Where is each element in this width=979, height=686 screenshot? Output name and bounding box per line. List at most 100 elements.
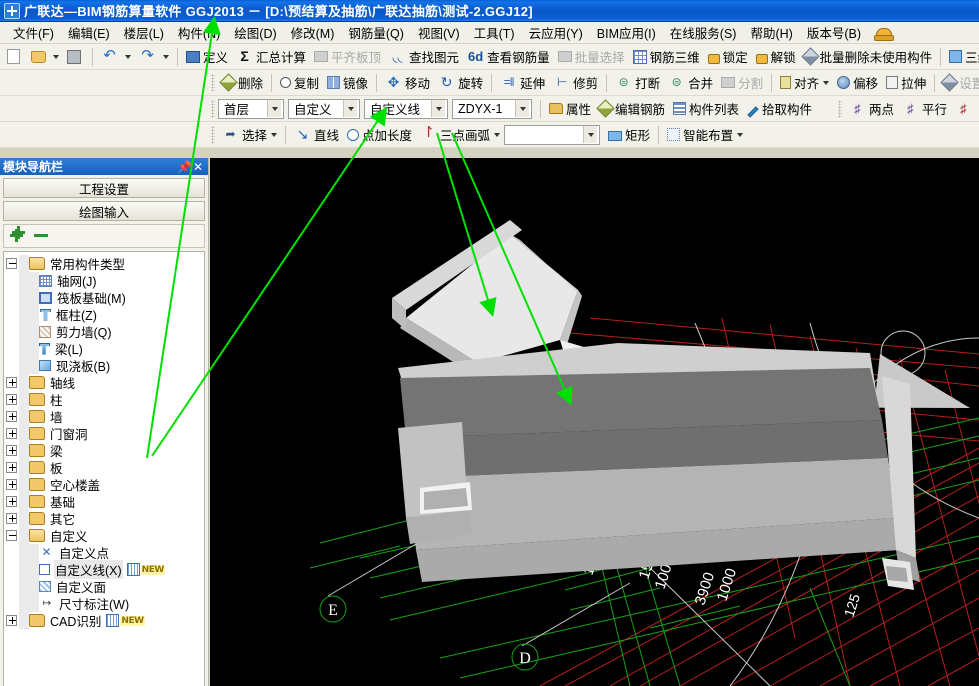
expand-icon[interactable] [6, 615, 17, 626]
tree-item-尺寸标注W[interactable]: ↦尺寸标注(W) [4, 595, 204, 612]
menu-tools[interactable]: 工具(T) [467, 21, 522, 44]
tree-item-自定义[interactable]: 自定义 [4, 527, 204, 544]
point-length-tool-button[interactable]: 点加长度 [343, 124, 416, 146]
component-name-select[interactable]: ZDYX-1 [452, 99, 532, 119]
menu-version[interactable]: 版本号(B) [800, 21, 868, 44]
tree-item-常用构件类型[interactable]: 常用构件类型 [4, 255, 204, 272]
tree-item-自定义线X[interactable]: 自定义线(X)NEW [4, 561, 204, 578]
save-button[interactable] [63, 46, 88, 68]
tree-item-空心楼盖[interactable]: 空心楼盖 [4, 476, 204, 493]
expand-icon[interactable] [6, 479, 17, 490]
tree-item-梁[interactable]: 梁 [4, 442, 204, 459]
expand-icon[interactable] [6, 445, 17, 456]
toolbar-grip[interactable] [211, 100, 215, 118]
tree-item-其它[interactable]: 其它 [4, 510, 204, 527]
component-type-select[interactable]: 自定义 [288, 99, 360, 119]
chevron-down-icon[interactable] [583, 126, 597, 143]
tree-item-自定义点[interactable]: ✕自定义点 [4, 544, 204, 561]
collapse-all-icon[interactable] [34, 229, 50, 243]
tree-item-轴网J[interactable]: 轴网(J) [4, 272, 204, 289]
edit-rebar-button[interactable]: 编辑钢筋 [595, 98, 669, 120]
toolbar-grip[interactable] [211, 74, 215, 92]
batch-select-button[interactable]: 批量选择 [554, 46, 629, 68]
toolbar-grip[interactable] [838, 100, 842, 118]
parallel-button[interactable]: ♯平行 [898, 98, 951, 120]
tree-item-基础[interactable]: 基础 [4, 493, 204, 510]
expand-icon[interactable] [6, 377, 17, 388]
rectangle-tool-button[interactable]: 矩形 [604, 124, 654, 146]
pin-icon[interactable]: 📌 [177, 160, 191, 174]
menu-rebar-quantity[interactable]: 钢筋量(Q) [341, 21, 411, 44]
sidebar-band-drawing-input[interactable]: 绘图输入 [3, 201, 205, 221]
trim-button[interactable]: ⊢修剪 [549, 72, 602, 94]
floor-select[interactable]: 首层 [218, 99, 284, 119]
tree-item-轴线[interactable]: 轴线 [4, 374, 204, 391]
two-point-button[interactable]: ♯两点 [845, 98, 898, 120]
expand-icon[interactable] [6, 513, 17, 524]
chevron-down-icon[interactable] [343, 100, 357, 117]
delete-button[interactable]: 删除 [218, 72, 267, 94]
line-tool-button[interactable]: ↘直线 [290, 124, 343, 146]
menu-file[interactable]: 文件(F) [6, 21, 61, 44]
tree-item-CAD识别[interactable]: CAD识别NEW [4, 612, 204, 629]
tree-item-现浇板B[interactable]: 现浇板(B) [4, 357, 204, 374]
collapse-icon[interactable] [6, 258, 17, 269]
tree-item-框柱Z[interactable]: 框柱(Z) [4, 306, 204, 323]
arc-mode-select[interactable] [504, 125, 600, 145]
three-point-arc-button[interactable]: ↾三点画弧 [416, 124, 504, 146]
menu-modify[interactable]: 修改(M) [284, 21, 342, 44]
model-viewport[interactable]: E D 3000 125 1500 1000 3900 1000 125 [210, 158, 979, 686]
menu-help[interactable]: 帮助(H) [743, 21, 799, 44]
menu-cloud[interactable]: 云应用(Y) [522, 21, 590, 44]
rebar-3d-button[interactable]: 钢筋三维 [629, 46, 704, 68]
component-subtype-select[interactable]: 自定义线 [364, 99, 448, 119]
align-button[interactable]: 对齐 [776, 72, 833, 94]
chevron-down-icon[interactable] [267, 100, 281, 117]
menu-component[interactable]: 构件(N) [171, 21, 227, 44]
close-icon[interactable]: ✕ [191, 160, 205, 174]
stretch-button[interactable]: 拉伸 [882, 72, 930, 94]
set-grip-button[interactable]: 设置夹 [939, 72, 979, 94]
flush-slab-top-button[interactable]: 平齐板顶 [310, 46, 385, 68]
tree-item-板[interactable]: 板 [4, 459, 204, 476]
intersect-button[interactable]: ♯ [951, 98, 979, 120]
split-button[interactable]: 分割 [717, 72, 767, 94]
expand-icon[interactable] [6, 496, 17, 507]
select-tool-button[interactable]: ➦选择 [218, 124, 281, 146]
find-element-button[interactable]: ◟◟查找图元 [385, 46, 463, 68]
tree-item-门窗洞[interactable]: 门窗洞 [4, 425, 204, 442]
lock-button[interactable]: 锁定 [704, 46, 752, 68]
copy-button[interactable]: 复制 [276, 72, 323, 94]
extend-button[interactable]: =‖延伸 [496, 72, 549, 94]
batch-delete-unused-button[interactable]: 批量删除未使用构件 [800, 46, 937, 68]
new-file-button[interactable] [3, 46, 27, 68]
open-file-button[interactable] [27, 46, 63, 68]
rotate-button[interactable]: ↻旋转 [434, 72, 487, 94]
expand-icon[interactable] [6, 462, 17, 473]
properties-button[interactable]: 属性 [545, 98, 595, 120]
menu-floor[interactable]: 楼层(L) [117, 21, 171, 44]
collapse-icon[interactable] [6, 530, 17, 541]
menu-edit[interactable]: 编辑(E) [61, 21, 117, 44]
menu-bim[interactable]: BIM应用(I) [590, 21, 663, 44]
smart-layout-button[interactable]: 智能布置 [663, 124, 747, 146]
summary-calc-button[interactable]: Σ汇总计算 [232, 46, 310, 68]
expand-icon[interactable] [6, 428, 17, 439]
menu-draw[interactable]: 绘图(D) [227, 21, 283, 44]
unlock-button[interactable]: 解锁 [752, 46, 800, 68]
component-list-button[interactable]: 构件列表 [669, 98, 743, 120]
tree-item-筏板基础M[interactable]: 筏板基础(M) [4, 289, 204, 306]
expand-icon[interactable] [6, 394, 17, 405]
chevron-down-icon[interactable] [431, 100, 445, 117]
undo-button[interactable]: ↶ [97, 46, 135, 68]
helmet-icon[interactable] [874, 25, 892, 41]
chevron-down-icon[interactable] [515, 100, 529, 117]
break-button[interactable]: ⊜打断 [611, 72, 664, 94]
sidebar-band-project-settings[interactable]: 工程设置 [3, 178, 205, 198]
component-tree[interactable]: 常用构件类型轴网(J)筏板基础(M)框柱(Z)剪力墙(Q)梁(L)现浇板(B)轴… [3, 251, 205, 686]
merge-button[interactable]: ⊜合并 [664, 72, 717, 94]
redo-button[interactable]: ↷ [135, 46, 173, 68]
tree-item-梁L[interactable]: 梁(L) [4, 340, 204, 357]
view-rebar-quantity-button[interactable]: 6d查看钢筋量 [463, 46, 554, 68]
offset-button[interactable]: 偏移 [833, 72, 882, 94]
